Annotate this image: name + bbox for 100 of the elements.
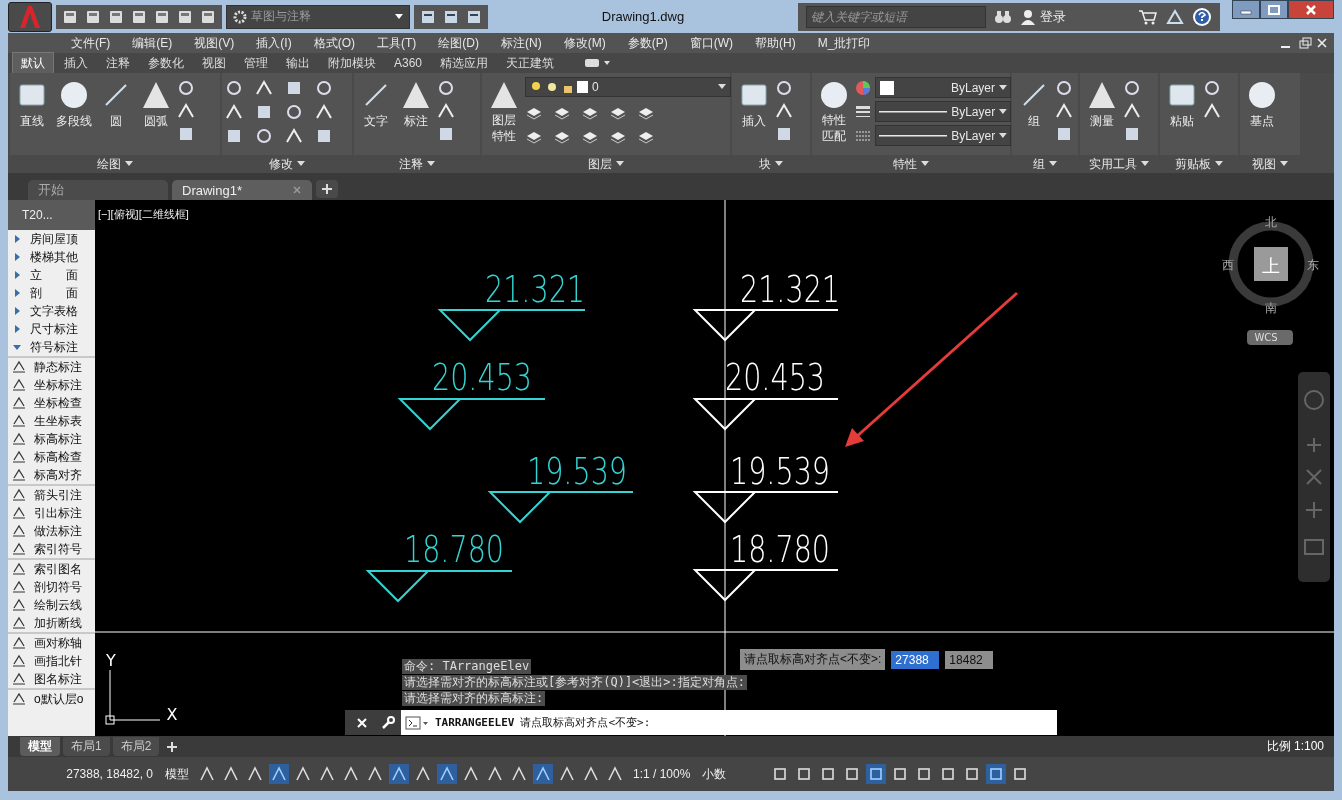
palette-folder[interactable]: 文字表格 [8,302,95,320]
color-wheel-icon[interactable] [855,80,871,96]
toolbar-icon[interactable] [108,8,124,25]
viewport-controls-label[interactable]: [−][俯视][二维线框] [98,207,189,222]
document-window-controls-icon[interactable] [1280,37,1328,49]
menu-item[interactable]: 修改(M) [552,34,617,52]
close-button[interactable] [1288,0,1334,19]
menu-item[interactable]: 绘图(D) [427,34,490,52]
palette-command[interactable]: 生坐标表 [8,412,95,430]
panel-title[interactable]: 注释 [354,155,480,173]
tool-icon[interactable] [255,103,273,121]
palette-command[interactable]: 标高对齐 [8,466,95,484]
expander-icon[interactable] [12,288,22,298]
tool-icon[interactable] [437,79,455,97]
tool-icon[interactable] [315,79,333,97]
ribbon-tool-button[interactable]: 圆 [97,77,135,132]
command-line-field[interactable]: TARRANGEELEV 请点取标高对齐点<不变>: [401,710,1057,735]
palette-command[interactable]: 坐标标注 [8,376,95,394]
status-toggle-icon[interactable] [437,764,457,784]
expander-icon[interactable] [12,252,22,262]
palette-command[interactable]: 引出标注 [8,504,95,522]
ribbon-tool-button[interactable]: 基点 [1243,77,1281,132]
palette-command[interactable]: 画指北针 [8,652,95,670]
ribbon-tab[interactable]: 注释 [98,52,138,74]
navigation-bar-drawing[interactable] [1298,372,1330,582]
palette-folder[interactable]: 立 面 [8,266,95,284]
ribbon-tab[interactable]: A360 [386,54,431,72]
menu-item[interactable]: 文件(F) [60,34,122,52]
tool-icon[interactable] [177,102,195,120]
ribbon-tab[interactable]: 插入 [56,52,96,74]
layout-tab[interactable]: 布局2 [112,737,160,756]
palette-command[interactable]: 索引符号 [8,540,95,558]
document-tab[interactable]: Drawing1* [172,180,312,200]
dynamic-input-field[interactable]: 27388 [891,650,940,669]
app-menu-button[interactable] [8,1,52,32]
coordinates-readout[interactable]: 27388, 18482, 0 [48,767,157,781]
ucs-menu-button[interactable] [1247,330,1293,345]
tool-icon[interactable] [315,127,333,145]
ribbon-tool-button[interactable]: 组 [1015,77,1053,132]
tool-icon[interactable] [1123,125,1141,143]
units-dropdown[interactable]: 小数 [698,765,767,783]
tool-icon[interactable] [255,79,273,97]
menu-item[interactable]: 格式(O) [302,34,366,52]
ribbon-tool-button[interactable]: 特性匹配 [815,77,853,147]
property-dropdown[interactable]: ByLayer [875,77,1011,98]
palette-folder[interactable]: 剖 面 [8,284,95,302]
tool-icon[interactable] [285,127,303,145]
annotation-scale-button[interactable]: 1:1 / 100% [629,767,695,781]
lineweight-icon[interactable] [855,104,871,120]
ribbon-tool-button[interactable]: 标注 [397,77,435,132]
ribbon-tab[interactable]: 默认 [12,52,54,74]
tool-icon[interactable] [315,103,333,121]
wrench-icon[interactable] [380,715,395,730]
property-dropdown[interactable]: ByLayer [875,125,1011,146]
menu-item[interactable]: 编辑(E) [121,34,184,52]
tool-icon[interactable] [437,102,455,120]
panel-title[interactable]: 修改 [222,155,352,173]
status-toggle-icon[interactable] [533,764,553,784]
toolbar-icon[interactable] [154,8,170,25]
ribbon-tool-button[interactable]: 测量 [1083,77,1121,132]
tool-icon[interactable] [1203,79,1221,97]
tool-icon[interactable] [225,79,243,97]
palette-command[interactable]: 索引图名 [8,560,95,578]
ribbon-tool-button[interactable]: 直线 [13,77,51,132]
palette-command[interactable]: 做法标注 [8,522,95,540]
tool-icon[interactable] [437,125,455,143]
scale-label[interactable]: 比例 1:100 [1266,738,1334,755]
expander-icon[interactable] [12,234,22,244]
panel-title[interactable]: 特性 [812,155,1010,173]
tool-icon[interactable] [775,125,793,143]
cart-icon[interactable] [1138,8,1158,25]
tool-icon[interactable] [255,127,273,145]
status-toggle-icon[interactable] [269,764,289,784]
ribbon-tab[interactable]: 附加模块 [320,52,384,74]
toolbar-icon[interactable] [200,8,216,25]
tool-icon[interactable] [225,103,243,121]
command-line-handle[interactable] [345,710,401,735]
palette-command[interactable]: 箭头引注 [8,486,95,504]
menu-item[interactable]: 标注(N) [490,34,553,52]
ribbon-tool-button[interactable]: 多段线 [53,77,95,132]
ribbon-tool-button[interactable]: 插入 [735,77,773,132]
tool-icon[interactable] [1123,102,1141,120]
expander-icon[interactable] [12,306,22,316]
palette-command[interactable]: 剖切符号 [8,578,95,596]
menu-item[interactable]: 工具(T) [366,34,428,52]
palette-folder[interactable]: 符号标注 [8,338,95,356]
login-button[interactable]: 登录 [1020,7,1130,26]
palette-command[interactable]: o默认层o [8,690,95,708]
status-toggle-icon[interactable] [866,764,887,784]
new-tab-icon[interactable] [316,180,338,198]
property-dropdown[interactable]: ByLayer [875,101,1011,122]
expander-icon[interactable] [12,324,22,334]
tool-icon[interactable] [285,79,303,97]
menu-item[interactable]: 插入(I) [245,34,303,52]
ribbon-tool-button[interactable]: 文字 [357,77,395,132]
dynamic-input-field[interactable]: 18482 [945,650,994,669]
panel-title[interactable]: 图层 [482,155,730,173]
ribbon-tab[interactable]: 管理 [236,52,276,74]
ribbon-tool-button[interactable]: 图层特性 [485,77,523,147]
palette-command[interactable]: 加折断线 [8,614,95,632]
